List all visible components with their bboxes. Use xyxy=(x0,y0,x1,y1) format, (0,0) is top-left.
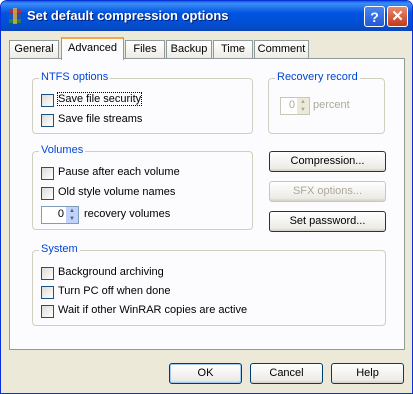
ntfs-options-group: NTFS options Save file security Save fil… xyxy=(32,71,253,134)
cancel-button[interactable]: Cancel xyxy=(250,363,323,384)
help-button[interactable]: Help xyxy=(331,363,404,384)
wait-for-winrar-label: Wait if other WinRAR copies are active xyxy=(58,304,248,316)
recovery-record-unit: percent xyxy=(313,99,350,111)
system-group: System Background archiving Turn PC off … xyxy=(32,243,386,326)
tab-comment[interactable]: Comment xyxy=(254,40,309,58)
tab-general[interactable]: General xyxy=(9,40,59,58)
tab-backup[interactable]: Backup xyxy=(166,40,212,58)
winrar-icon xyxy=(9,8,21,24)
spinner-arrows[interactable]: ▲ ▼ xyxy=(297,98,309,114)
ntfs-options-title: NTFS options xyxy=(39,71,111,83)
system-title: System xyxy=(39,243,80,255)
background-archiving-label: Background archiving xyxy=(58,266,164,278)
close-button[interactable]: ✕ xyxy=(387,6,408,27)
old-style-volume-names-label: Old style volume names xyxy=(58,186,176,198)
recovery-record-value: 0 xyxy=(288,99,295,111)
volumes-group: Volumes Pause after each volume Old styl… xyxy=(32,144,253,230)
tab-strip: General Advanced Files Backup Time Comme… xyxy=(9,37,405,60)
pause-after-volume-label: Pause after each volume xyxy=(58,166,180,178)
title-bar[interactable]: Set default compression options ? ✕ xyxy=(1,1,412,31)
sfx-options-button[interactable]: SFX options... xyxy=(269,181,386,202)
recovery-volumes-spinner[interactable]: 0 ▲ ▼ xyxy=(41,206,79,224)
recovery-record-group: Recovery record 0 ▲ ▼ percent xyxy=(268,71,385,134)
save-file-security-label: Save file security xyxy=(56,92,143,106)
tab-advanced[interactable]: Advanced xyxy=(61,37,124,60)
recovery-volumes-label: recovery volumes xyxy=(84,208,171,220)
set-password-button[interactable]: Set password... xyxy=(269,211,386,232)
tab-files[interactable]: Files xyxy=(125,40,165,58)
turn-pc-off-label: Turn PC off when done xyxy=(58,285,171,297)
recovery-volumes-value: 0 xyxy=(57,208,64,220)
dialog-window: Set default compression options ? ✕ Gene… xyxy=(0,0,413,394)
spinner-arrows[interactable]: ▲ ▼ xyxy=(66,207,78,223)
recovery-record-spinner[interactable]: 0 ▲ ▼ xyxy=(280,97,310,115)
window-title: Set default compression options xyxy=(27,8,229,23)
advanced-panel: NTFS options Save file security Save fil… xyxy=(9,58,405,350)
save-file-streams-label: Save file streams xyxy=(58,113,143,125)
compression-button[interactable]: Compression... xyxy=(269,151,386,172)
tab-time[interactable]: Time xyxy=(213,40,253,58)
recovery-record-title: Recovery record xyxy=(275,71,360,83)
help-title-button[interactable]: ? xyxy=(364,6,385,27)
ok-button[interactable]: OK xyxy=(169,363,242,384)
volumes-title: Volumes xyxy=(39,144,86,156)
